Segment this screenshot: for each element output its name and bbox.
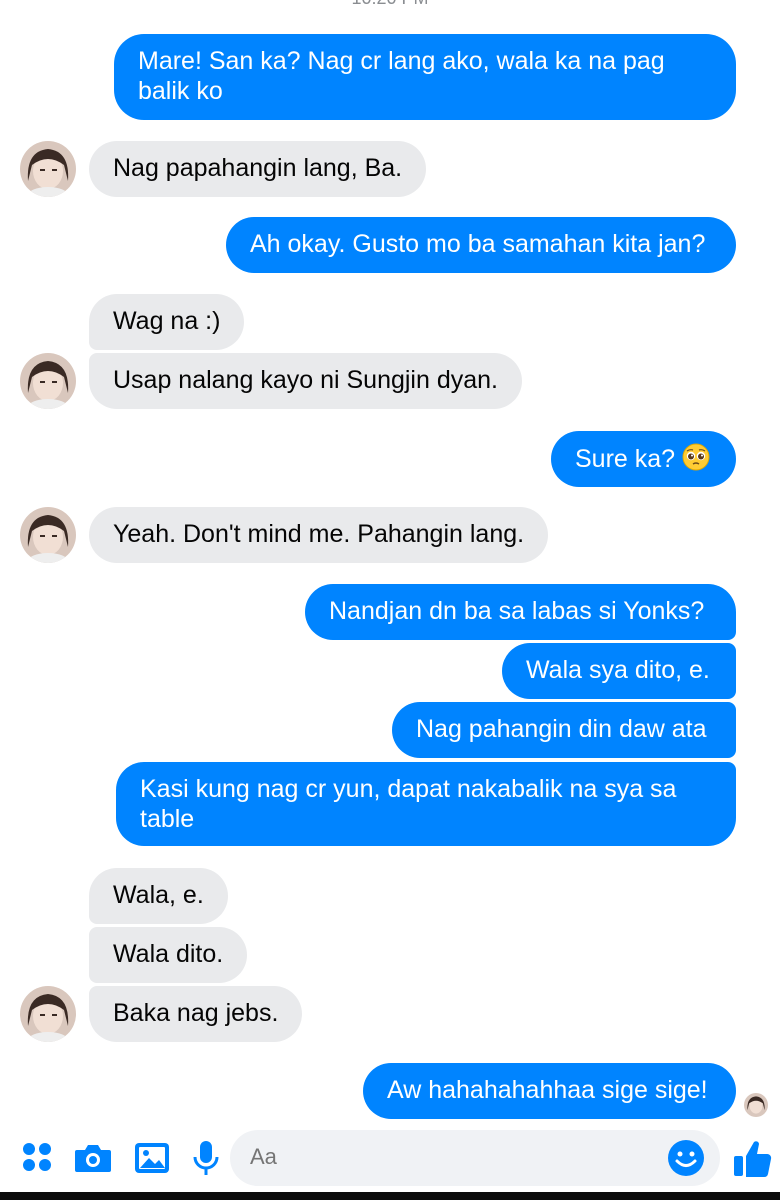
incoming-message[interactable]: Baka nag jebs. bbox=[89, 986, 303, 1042]
thumbs-up-icon[interactable] bbox=[732, 1136, 774, 1180]
contact-avatar[interactable] bbox=[20, 353, 76, 409]
message-text: Baka nag jebs. bbox=[113, 999, 279, 1027]
incoming-message[interactable]: Nag papahangin lang, Ba. bbox=[89, 141, 427, 197]
message-input-box[interactable] bbox=[230, 1130, 720, 1186]
pleading-face-icon bbox=[682, 443, 710, 471]
chat-timestamp: 10:20 PM bbox=[0, 0, 780, 9]
message-composer bbox=[0, 1122, 780, 1194]
message-text: Mare! San ka? Nag cr lang ako, wala ka n… bbox=[138, 47, 665, 105]
message-text: Aw hahahahahhaa sige sige! bbox=[387, 1076, 708, 1104]
microphone-icon[interactable] bbox=[186, 1138, 226, 1178]
outgoing-message[interactable]: Kasi kung nag cr yun, dapat nakabalik na… bbox=[116, 762, 736, 846]
message-text: Wala dito. bbox=[113, 940, 224, 968]
emoji-icon[interactable] bbox=[666, 1138, 706, 1178]
outgoing-message[interactable]: Nag pahangin din daw ata bbox=[392, 702, 736, 758]
contact-avatar[interactable] bbox=[20, 986, 76, 1042]
system-nav-bar bbox=[0, 1192, 780, 1200]
menu-dots-icon[interactable] bbox=[18, 1138, 58, 1178]
outgoing-message[interactable]: Mare! San ka? Nag cr lang ako, wala ka n… bbox=[114, 34, 736, 120]
incoming-message[interactable]: Wala dito. bbox=[89, 927, 248, 983]
contact-avatar[interactable] bbox=[20, 141, 76, 197]
message-text: Wala, e. bbox=[113, 881, 204, 909]
outgoing-message[interactable]: Wala sya dito, e. bbox=[502, 643, 736, 699]
outgoing-message[interactable]: Aw hahahahahhaa sige sige! bbox=[363, 1063, 736, 1119]
message-text: Usap nalang kayo ni Sungjin dyan. bbox=[113, 366, 498, 394]
outgoing-message[interactable]: Nandjan dn ba sa labas si Yonks? bbox=[305, 584, 736, 640]
message-text: Wala sya dito, e. bbox=[526, 656, 710, 684]
incoming-message[interactable]: Wala, e. bbox=[89, 868, 228, 924]
contact-avatar[interactable] bbox=[20, 507, 76, 563]
message-text: Kasi kung nag cr yun, dapat nakabalik na… bbox=[140, 775, 677, 833]
message-text: Yeah. Don't mind me. Pahangin lang. bbox=[113, 520, 525, 548]
incoming-message[interactable]: Yeah. Don't mind me. Pahangin lang. bbox=[89, 507, 549, 563]
message-text: Sure ka? bbox=[575, 445, 676, 473]
seen-receipt-avatar bbox=[744, 1093, 768, 1117]
message-text: Nag pahangin din daw ata bbox=[416, 715, 707, 743]
incoming-message[interactable]: Wag na :) bbox=[89, 294, 245, 350]
incoming-message[interactable]: Usap nalang kayo ni Sungjin dyan. bbox=[89, 353, 522, 409]
message-input[interactable] bbox=[250, 1144, 650, 1170]
message-text: Wag na :) bbox=[113, 307, 221, 335]
outgoing-message[interactable]: Sure ka? bbox=[551, 431, 736, 487]
gallery-icon[interactable] bbox=[132, 1138, 172, 1178]
message-text: Ah okay. Gusto mo ba samahan kita jan? bbox=[250, 230, 706, 258]
outgoing-message[interactable]: Ah okay. Gusto mo ba samahan kita jan? bbox=[226, 217, 736, 273]
camera-icon[interactable] bbox=[73, 1138, 113, 1178]
message-text: Nandjan dn ba sa labas si Yonks? bbox=[329, 597, 705, 625]
message-text: Nag papahangin lang, Ba. bbox=[113, 154, 403, 182]
